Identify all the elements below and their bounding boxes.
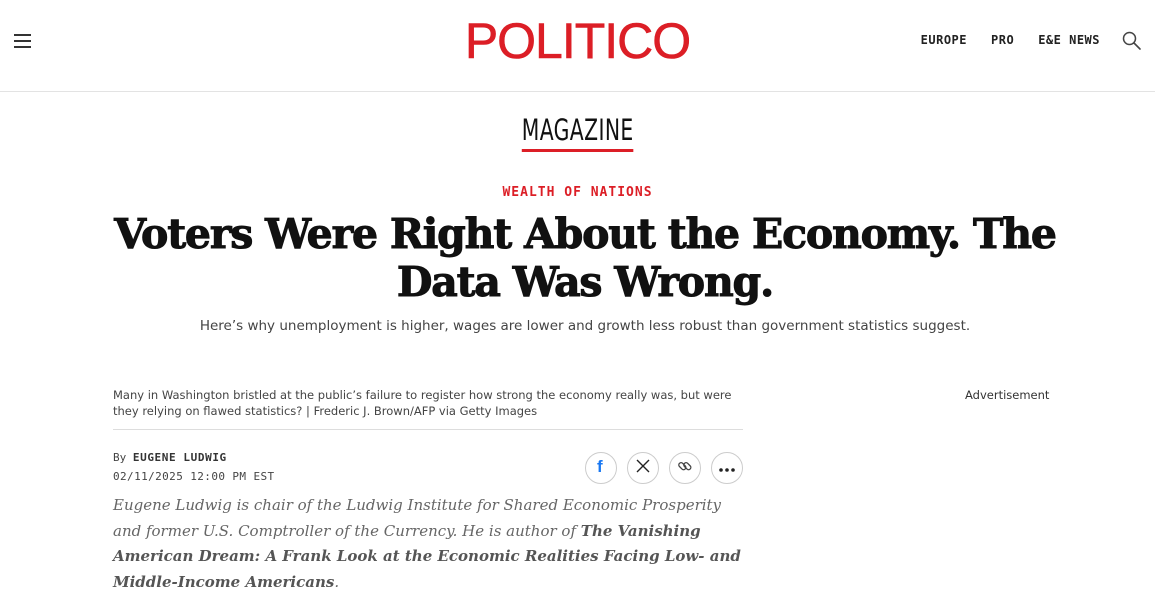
share-buttons: f — [585, 452, 743, 484]
facebook-share-button[interactable]: f — [585, 452, 617, 484]
article-headline: Voters Were Right About the Economy. The… — [114, 210, 1058, 307]
byline-prefix: By — [113, 451, 127, 464]
image-caption: Many in Washington bristled at the publi… — [113, 387, 743, 430]
x-share-button[interactable] — [627, 452, 659, 484]
top-nav: EUROPE PRO E&E NEWS — [921, 33, 1100, 47]
svg-text:f: f — [597, 458, 603, 474]
top-bar: POLITICO EUROPE PRO E&E NEWS — [0, 0, 1155, 92]
x-icon — [636, 459, 650, 478]
publish-date: 02/11/2025 12:00 PM EST — [113, 470, 275, 483]
author-link[interactable]: EUGENE LUDWIG — [133, 451, 227, 464]
bio-text-2: . — [334, 572, 340, 591]
nav-link-ee-news[interactable]: E&E NEWS — [1038, 33, 1100, 47]
more-icon — [719, 459, 735, 477]
article-kicker[interactable]: WEALTH OF NATIONS — [0, 185, 1155, 200]
section-label[interactable]: MAGAZINE — [0, 113, 1155, 152]
search-icon[interactable] — [1121, 30, 1143, 52]
article-dek: Here’s why unemployment is higher, wages… — [199, 318, 971, 334]
byline: By EUGENE LUDWIG — [113, 451, 227, 464]
link-icon — [677, 458, 693, 479]
nav-link-pro[interactable]: PRO — [991, 33, 1014, 47]
copy-link-button[interactable] — [669, 452, 701, 484]
section-label-text[interactable]: MAGAZINE — [521, 113, 634, 152]
facebook-icon: f — [594, 457, 608, 479]
advertisement-label: Advertisement — [965, 388, 1050, 402]
nav-link-europe[interactable]: EUROPE — [921, 33, 967, 47]
author-bio: Eugene Ludwig is chair of the Ludwig Ins… — [113, 493, 753, 595]
more-share-button[interactable] — [711, 452, 743, 484]
